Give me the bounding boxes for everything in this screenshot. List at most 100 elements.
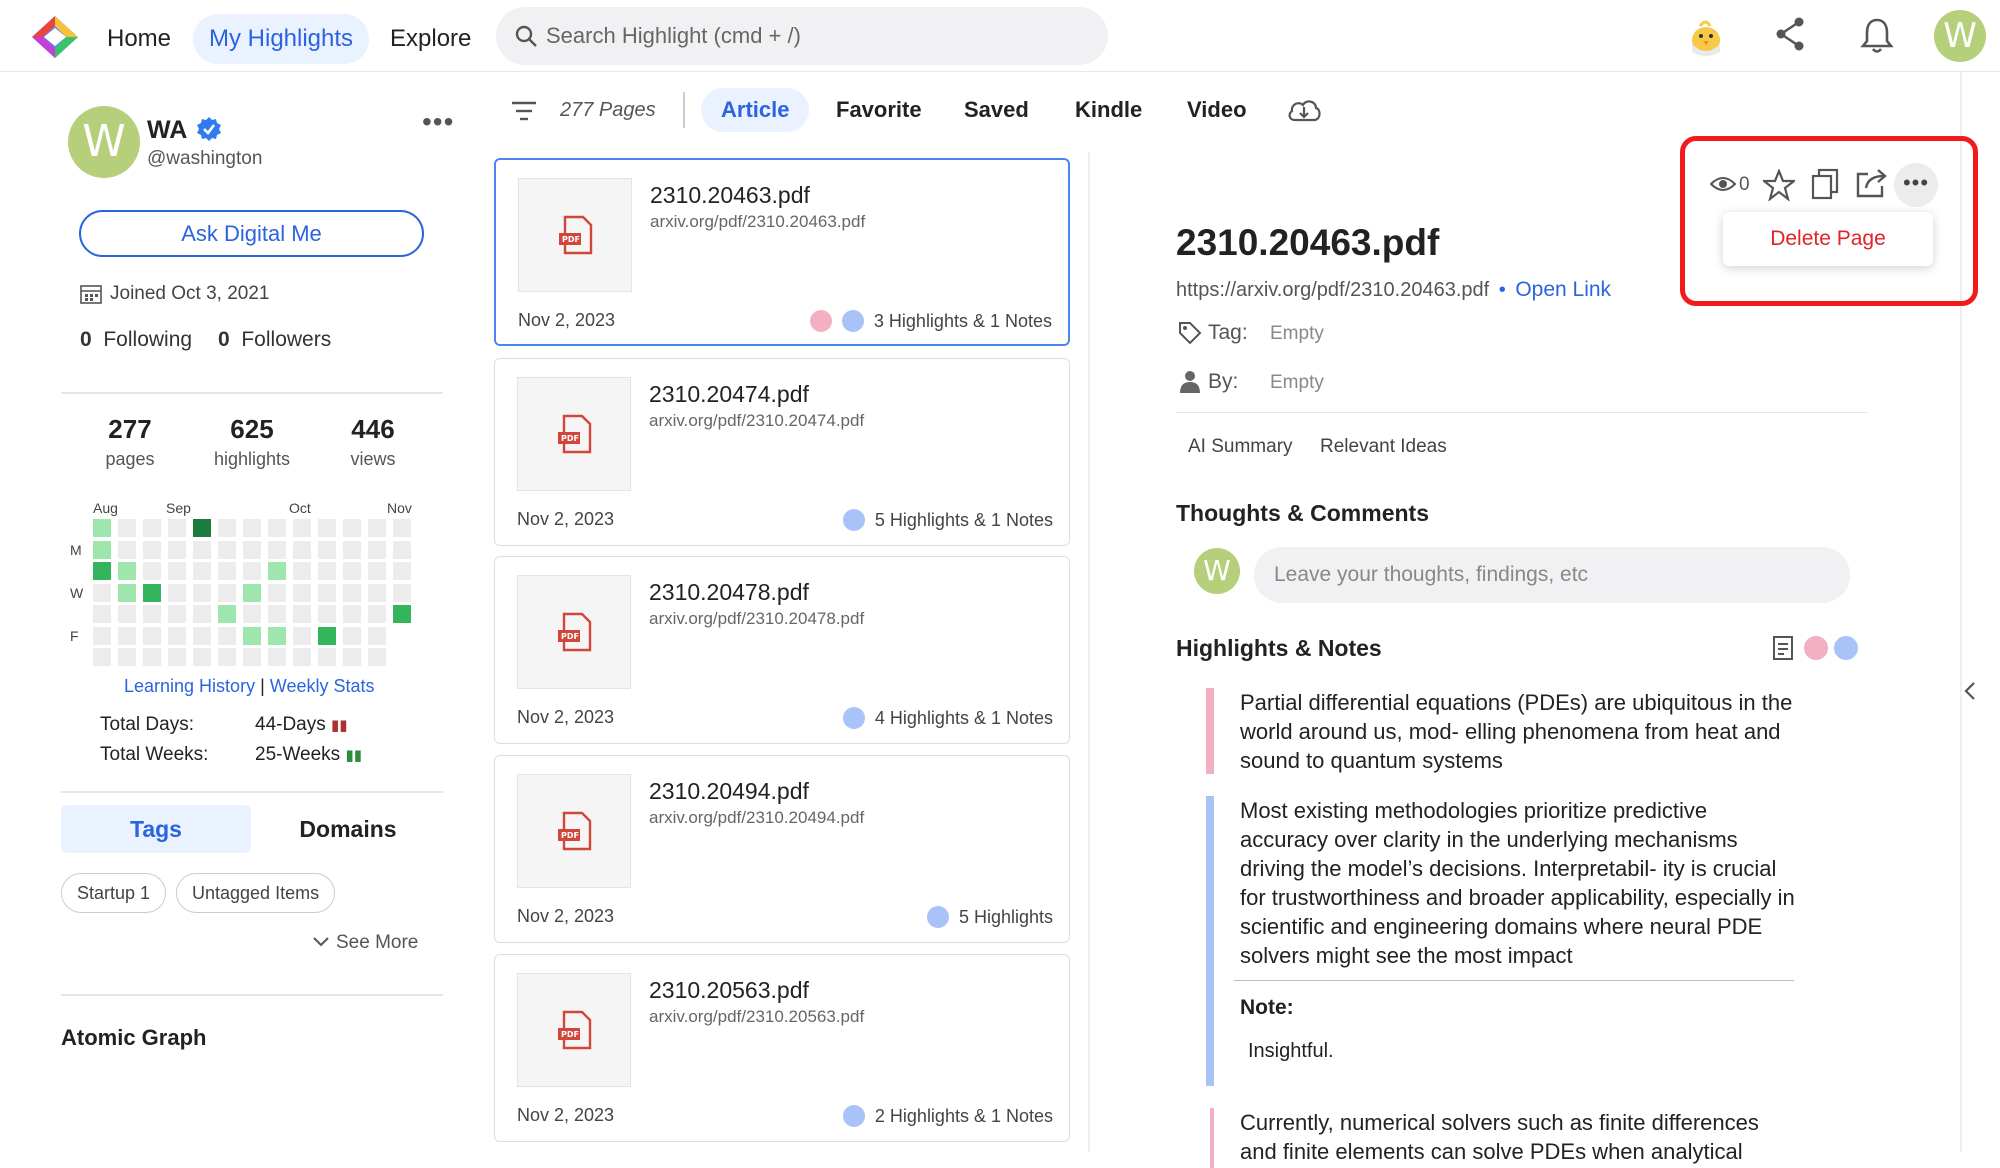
learning-history-link[interactable]: Learning History [124,676,255,696]
bell-icon[interactable] [1860,16,1894,54]
heatmap-cell[interactable] [118,519,136,537]
tag-value[interactable]: Empty [1270,323,1324,345]
filter-icon[interactable] [510,100,538,122]
nav-explore[interactable]: Explore [374,14,487,64]
by-value[interactable]: Empty [1270,372,1324,394]
heatmap-cell[interactable] [143,519,161,537]
heatmap-cell[interactable] [193,605,211,623]
nav-home[interactable]: Home [91,14,187,64]
heatmap-cell[interactable] [268,562,286,580]
page-card[interactable]: PDF 2310.20478.pdf arxiv.org/pdf/2310.2047… [494,556,1070,744]
heatmap-cell[interactable] [168,562,186,580]
chevron-left-icon[interactable] [1962,680,1978,702]
heatmap-cell[interactable] [218,626,236,645]
heatmap-cell[interactable] [243,648,261,666]
heatmap-cell[interactable] [268,583,286,602]
profile-more-icon[interactable]: ••• [422,106,454,138]
heatmap-cell[interactable] [318,648,336,666]
star-icon[interactable] [1763,169,1795,201]
heatmap-cell[interactable] [368,583,386,602]
heatmap-cell[interactable] [93,583,111,602]
heatmap-cell[interactable] [118,562,136,580]
thoughts-input[interactable]: Leave your thoughts, findings, etc [1254,547,1850,603]
tab-tags[interactable]: Tags [61,805,251,853]
heatmap-cell[interactable] [268,626,286,645]
heatmap-cell[interactable] [318,626,336,645]
heatmap-cell[interactable] [243,562,261,580]
heatmap-cell[interactable] [293,605,311,623]
heatmap-cell[interactable] [293,519,311,537]
app-logo-icon[interactable] [30,14,80,60]
heatmap-cell[interactable] [143,562,161,580]
heatmap-cell[interactable] [368,605,386,623]
heatmap-cell[interactable] [93,562,111,580]
heatmap-cell[interactable] [268,540,286,559]
heatmap-cell[interactable] [93,605,111,623]
heatmap-cell[interactable] [243,583,261,602]
heatmap-cell[interactable] [318,605,336,623]
heatmap-cell[interactable] [393,605,411,623]
heatmap-cell[interactable] [143,605,161,623]
copy-icon[interactable] [1811,168,1839,200]
page-card[interactable]: PDF 2310.20463.pdf arxiv.org/pdf/2310.2046… [494,158,1070,346]
page-card[interactable]: PDF 2310.20474.pdf arxiv.org/pdf/2310.2047… [494,358,1070,546]
heatmap-cell[interactable] [293,626,311,645]
heatmap-cell[interactable] [393,519,411,537]
heatmap-cell[interactable] [318,519,336,537]
blue-color-filter[interactable] [1834,636,1858,660]
pink-color-filter[interactable] [1804,636,1828,660]
heatmap-cell[interactable] [368,562,386,580]
heatmap-cell[interactable] [268,605,286,623]
heatmap-cell[interactable] [193,583,211,602]
heatmap-cell[interactable] [343,562,361,580]
heatmap-cell[interactable] [268,519,286,537]
heatmap-cell[interactable] [318,583,336,602]
heatmap-cell[interactable] [268,648,286,666]
heatmap-cell[interactable] [293,583,311,602]
highlight-item[interactable]: Partial differential equations (PDEs) ar… [1206,688,1800,774]
page-card[interactable]: PDF 2310.20563.pdf arxiv.org/pdf/2310.2056… [494,954,1070,1142]
heatmap-cell[interactable] [243,540,261,559]
heatmap-cell[interactable] [393,562,411,580]
filter-tab-kindle[interactable]: Kindle [1055,88,1162,132]
open-link[interactable]: Open Link [1515,278,1611,301]
heatmap-cell[interactable] [93,540,111,559]
heatmap-cell[interactable] [143,648,161,666]
see-more-button[interactable]: See More [312,932,418,954]
heatmap-cell[interactable] [368,519,386,537]
heatmap-cell[interactable] [343,583,361,602]
heatmap-cell[interactable] [118,648,136,666]
delete-page-menu-item[interactable]: Delete Page [1723,212,1933,266]
highlight-item[interactable]: Currently, numerical solvers such as fin… [1210,1108,1800,1168]
heatmap-cell[interactable] [343,626,361,645]
heatmap-cell[interactable] [143,583,161,602]
highlight-item[interactable]: Most existing methodologies prioritize p… [1206,796,1800,1086]
weekly-stats-link[interactable]: Weekly Stats [270,676,375,696]
heatmap-cell[interactable] [193,648,211,666]
tab-domains[interactable]: Domains [253,805,443,853]
user-avatar[interactable]: W [1934,10,1986,62]
heatmap-cell[interactable] [243,605,261,623]
heatmap-cell[interactable] [93,626,111,645]
heatmap-cell[interactable] [293,648,311,666]
followers-count[interactable]: 0 Followers [218,328,331,352]
chick-mascot-icon[interactable] [1686,14,1726,58]
cloud-download-icon[interactable] [1286,96,1322,124]
filter-tab-favorite[interactable]: Favorite [816,88,942,132]
heatmap-cell[interactable] [218,583,236,602]
heatmap-cell[interactable] [193,626,211,645]
heatmap-cell[interactable] [193,562,211,580]
heatmap-cell[interactable] [118,626,136,645]
heatmap-cell[interactable] [143,626,161,645]
heatmap-cell[interactable] [118,540,136,559]
heatmap-cell[interactable] [368,648,386,666]
page-card[interactable]: PDF 2310.20494.pdf arxiv.org/pdf/2310.2049… [494,755,1070,943]
more-options-icon[interactable]: ••• [1894,163,1938,207]
heatmap-cell[interactable] [93,648,111,666]
heatmap-cell[interactable] [193,519,211,537]
heatmap-cell[interactable] [168,626,186,645]
heatmap-cell[interactable] [218,562,236,580]
nav-my-highlights[interactable]: My Highlights [193,14,370,64]
ask-digital-me-button[interactable]: Ask Digital Me [79,210,424,257]
heatmap-cell[interactable] [393,540,411,559]
